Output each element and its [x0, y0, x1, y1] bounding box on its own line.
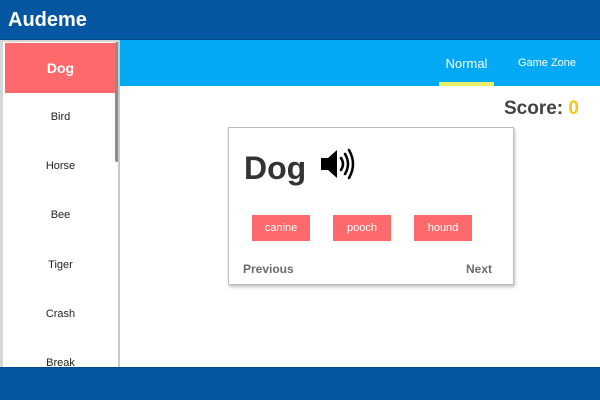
app-title: Audeme	[8, 9, 87, 31]
sidebar-item-dog[interactable]: Dog	[5, 43, 116, 93]
sidebar-scrollbar[interactable]	[115, 42, 118, 162]
next-button[interactable]: Next	[466, 262, 492, 276]
word-title: Dog	[244, 150, 307, 186]
score-value: 0	[568, 98, 579, 119]
tab-game-zone[interactable]: Game Zone	[512, 40, 582, 86]
score-display: Score: 0	[504, 97, 579, 121]
tab-game-zone-label: Game Zone	[517, 57, 577, 69]
app-window: Audeme Dog Bird Horse Bee Tiger Crash Br…	[0, 0, 600, 400]
sidebar-item-horse[interactable]: Horse	[5, 141, 116, 191]
tab-normal-label: Normal	[445, 55, 488, 71]
sidebar-item-break[interactable]: Break	[5, 338, 116, 367]
tab-bar: Normal Game Zone	[120, 40, 600, 86]
sidebar-item-bee[interactable]: Bee	[5, 190, 116, 240]
sidebar-item-bird[interactable]: Bird	[5, 92, 116, 142]
score-label: Score:	[504, 98, 564, 119]
footer-bar	[0, 367, 600, 400]
previous-button[interactable]: Previous	[243, 262, 294, 276]
header-bar: Audeme	[0, 0, 600, 40]
active-tab-indicator	[439, 82, 494, 86]
sidebar-item-tiger[interactable]: Tiger	[5, 240, 116, 290]
speaker-icon[interactable]	[319, 147, 359, 181]
sidebar[interactable]: Dog Bird Horse Bee Tiger Crash Break	[0, 40, 120, 367]
sidebar-item-crash[interactable]: Crash	[5, 289, 116, 339]
synonym-button-hound[interactable]: hound	[414, 215, 472, 241]
synonym-button-pooch[interactable]: pooch	[333, 215, 391, 241]
word-card: Dog canine pooch hound Previous Next	[228, 127, 514, 285]
synonym-button-canine[interactable]: canine	[252, 215, 310, 241]
tab-normal[interactable]: Normal	[439, 40, 494, 86]
